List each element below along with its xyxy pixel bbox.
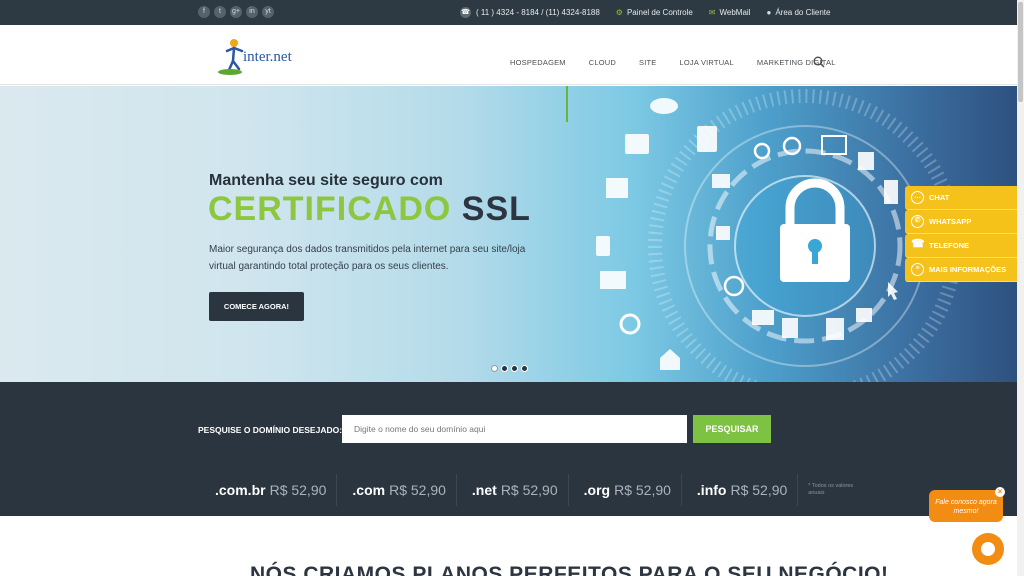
hero-description: Maior segurança dos dados transmitidos p… bbox=[209, 244, 526, 272]
price-ext: .com bbox=[352, 482, 386, 498]
side-phone-button[interactable]: ☎ TELEFONE bbox=[905, 234, 1020, 258]
google-plus-icon[interactable]: g+ bbox=[230, 6, 242, 18]
price-ext: .info bbox=[696, 482, 727, 498]
control-panel-label: Painel de Controle bbox=[626, 8, 693, 17]
user-icon: ● bbox=[766, 8, 772, 17]
control-panel-link[interactable]: ⚙ Painel de Controle bbox=[616, 8, 693, 17]
slider-dot-3[interactable] bbox=[511, 365, 518, 372]
search-icon[interactable] bbox=[812, 55, 826, 69]
price-value: R$ 52,90 bbox=[269, 482, 327, 498]
price-value: R$ 52,90 bbox=[389, 482, 446, 498]
domain-search-section: PESQUISE O DOMÍNIO DESEJADO: PESQUISAR .… bbox=[0, 382, 1024, 516]
hero-title-dark: SSL bbox=[461, 190, 531, 228]
domain-prices: .com.br R$ 52,90 .com R$ 52,90 .net R$ 52,9… bbox=[200, 474, 868, 506]
page-scrollbar[interactable] bbox=[1017, 0, 1024, 576]
top-bar: f t g+ in yt ☎ ( 11 ) 4324 - 8184 / (11)… bbox=[0, 0, 1024, 25]
mail-icon: ✉ bbox=[708, 8, 716, 17]
chat-icon: … bbox=[911, 191, 924, 204]
scrollbar-thumb[interactable] bbox=[1018, 2, 1023, 102]
side-info-button[interactable]: ≡ MAIS INFORMAÇÕES bbox=[905, 258, 1020, 282]
hero-title-green: CERTIFICADO bbox=[208, 190, 452, 228]
chat-launcher-button[interactable] bbox=[972, 533, 1004, 565]
price-com: .com R$ 52,90 bbox=[337, 474, 457, 506]
client-area-label: Área do Cliente bbox=[775, 8, 831, 17]
phone-icon: ☎ bbox=[911, 238, 925, 250]
plans-heading: NÓS CRIAMOS PLANOS PERFEITOS PARA O SEU … bbox=[250, 563, 889, 576]
contact-side-panel: … CHAT ✆ WHATSAPP ☎ TELEFONE ≡ MAIS INFORMAÇ… bbox=[905, 186, 1020, 282]
hero-title: CERTIFICADO SSL bbox=[208, 190, 531, 229]
nav-cloud[interactable]: CLOUD bbox=[589, 58, 616, 67]
nav-hospedagem[interactable]: HOSPEDAGEM bbox=[510, 58, 566, 67]
social-links: f t g+ in yt bbox=[198, 6, 274, 18]
nav-site[interactable]: SITE bbox=[639, 58, 656, 67]
nav-loja-virtual[interactable]: LOJA VIRTUAL bbox=[680, 58, 734, 67]
start-now-button[interactable]: COMECE AGORA! bbox=[209, 292, 304, 321]
price-ext: .org bbox=[583, 482, 611, 498]
top-links: ☎ ( 11 ) 4324 - 8184 / (11) 4324-8188 ⚙ P… bbox=[460, 0, 830, 25]
hero-subtitle: Mantenha seu site seguro com bbox=[209, 172, 443, 189]
close-icon[interactable]: × bbox=[995, 487, 1005, 497]
side-whatsapp-label: WHATSAPP bbox=[929, 217, 972, 226]
price-value: R$ 52,90 bbox=[500, 482, 558, 498]
side-chat-button[interactable]: … CHAT bbox=[905, 186, 1020, 210]
webmail-label: WebMail bbox=[719, 8, 751, 17]
price-com-br: .com.br R$ 52,90 bbox=[200, 474, 338, 506]
side-chat-label: CHAT bbox=[929, 193, 950, 202]
logo-text[interactable]: inter.net bbox=[243, 49, 292, 66]
info-icon: ≡ bbox=[911, 263, 924, 276]
phone-number: ( 11 ) 4324 - 8184 / (11) 4324-8188 bbox=[476, 8, 600, 17]
price-value: R$ 52,90 bbox=[730, 482, 788, 498]
side-info-label: MAIS INFORMAÇÕES bbox=[929, 265, 1007, 274]
price-ext: .com.br bbox=[215, 482, 266, 498]
chat-prompt-bubble[interactable]: Fale conosco agora mesmo! bbox=[929, 490, 1003, 522]
side-whatsapp-button[interactable]: ✆ WHATSAPP bbox=[905, 210, 1020, 234]
domain-search-input[interactable] bbox=[342, 415, 687, 443]
twitter-icon[interactable]: t bbox=[214, 6, 226, 18]
hero-slider: Mantenha seu site seguro com CERTIFICADO… bbox=[0, 86, 1024, 382]
youtube-icon[interactable]: yt bbox=[262, 6, 274, 18]
webmail-link[interactable]: ✉ WebMail bbox=[709, 8, 751, 17]
main-nav: HOSPEDAGEM CLOUD SITE LOJA VIRTUAL MARKE… bbox=[510, 55, 859, 69]
price-org: .org R$ 52,90 bbox=[569, 474, 682, 506]
price-info: .info R$ 52,90 bbox=[682, 474, 799, 506]
price-note: * Todos os valores anuais bbox=[808, 483, 854, 496]
security-illustration bbox=[566, 86, 962, 382]
slider-dots bbox=[491, 365, 528, 372]
price-ext: .net bbox=[471, 482, 497, 498]
domain-search-label: PESQUISE O DOMÍNIO DESEJADO: bbox=[198, 425, 343, 435]
slider-dot-4[interactable] bbox=[521, 365, 528, 372]
slider-dot-1[interactable] bbox=[491, 365, 498, 372]
gear-icon: ⚙ bbox=[615, 8, 623, 17]
slider-dot-2[interactable] bbox=[501, 365, 508, 372]
whatsapp-icon: ✆ bbox=[911, 215, 924, 228]
site-header: inter.net HOSPEDAGEM CLOUD SITE LOJA VIR… bbox=[0, 25, 1024, 85]
price-net: .net R$ 52,90 bbox=[457, 474, 569, 506]
linkedin-icon[interactable]: in bbox=[246, 6, 258, 18]
price-value: R$ 52,90 bbox=[614, 482, 671, 498]
facebook-icon[interactable]: f bbox=[198, 6, 210, 18]
side-phone-label: TELEFONE bbox=[929, 241, 970, 250]
phone-icon: ☎ bbox=[460, 7, 471, 18]
search-domain-button[interactable]: PESQUISAR bbox=[693, 415, 771, 443]
chat-bubble-icon bbox=[981, 542, 995, 556]
client-area-link[interactable]: ● Área do Cliente bbox=[766, 8, 830, 17]
